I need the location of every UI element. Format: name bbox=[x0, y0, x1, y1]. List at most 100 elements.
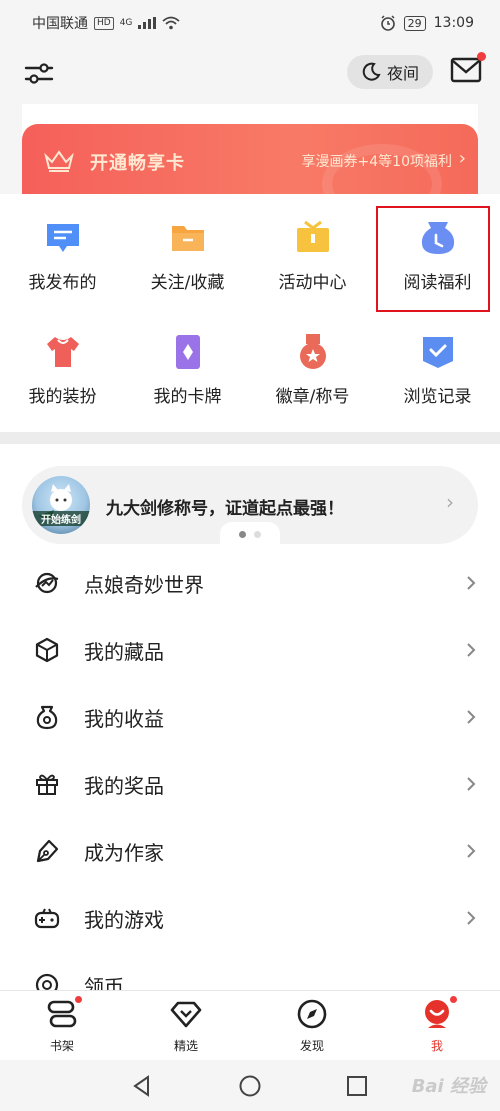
list-item-label: 我的游戏 bbox=[84, 907, 164, 932]
status-right: 29 13:09 bbox=[380, 15, 474, 31]
settings-sliders-icon[interactable] bbox=[22, 56, 56, 90]
carousel-dot-active bbox=[239, 530, 246, 538]
alarm-icon bbox=[380, 15, 395, 31]
folder-icon bbox=[171, 226, 204, 251]
cube-icon bbox=[35, 637, 59, 663]
home-circle-icon[interactable] bbox=[238, 1074, 262, 1098]
nav-label: 我 bbox=[430, 1039, 443, 1053]
moon-icon bbox=[362, 62, 381, 81]
system-navigation-bar: Bai 经验 bbox=[0, 1060, 500, 1111]
crown-icon bbox=[44, 150, 74, 172]
clock-time: 13:09 bbox=[433, 15, 474, 31]
chevron-right-icon bbox=[467, 643, 476, 657]
carrier-label: 中国联通 bbox=[32, 16, 88, 32]
message-icon bbox=[46, 224, 79, 252]
gift-box-icon bbox=[296, 220, 329, 252]
carousel-dot bbox=[254, 530, 261, 538]
grid-label: 浏览记录 bbox=[403, 387, 472, 407]
list-item-games[interactable]: 我的游戏 bbox=[0, 885, 500, 951]
card-icon bbox=[175, 335, 200, 369]
signal-icon bbox=[138, 17, 157, 29]
grid-label: 徽章/称号 bbox=[275, 387, 350, 407]
top-bar: 夜间 bbox=[0, 48, 500, 98]
grid-label: 活动中心 bbox=[278, 273, 347, 293]
recents-square-icon[interactable] bbox=[345, 1074, 369, 1098]
nav-tab-discover[interactable]: 发现 bbox=[272, 997, 352, 1059]
network-label: 4G bbox=[119, 18, 133, 28]
battery-level: 29 bbox=[403, 15, 426, 31]
profile-icon bbox=[420, 995, 458, 1031]
vip-card-container: 开通畅享卡 享漫画券+4等10项福利 › bbox=[22, 104, 478, 204]
grid-label: 关注/收藏 bbox=[150, 273, 225, 293]
grid-item-badges[interactable]: 徽章/称号 bbox=[250, 308, 375, 416]
compass-icon bbox=[295, 997, 329, 1031]
nav-tab-bookshelf[interactable]: 书架 bbox=[22, 995, 102, 1059]
status-left: 中国联通 HD 4G bbox=[32, 13, 180, 33]
list-item-coins[interactable]: 领币 bbox=[0, 952, 500, 990]
gift-icon bbox=[36, 774, 58, 795]
chevron-right-icon: › bbox=[446, 490, 454, 514]
list-item-label: 成为作家 bbox=[84, 840, 164, 865]
list-item-world[interactable]: 点娘奇妙世界 bbox=[0, 550, 500, 616]
highlight-annotation bbox=[376, 206, 490, 312]
grid-item-outfits[interactable]: 我的装扮 bbox=[0, 308, 125, 416]
nav-label: 书架 bbox=[49, 1039, 74, 1053]
diamond-icon bbox=[169, 997, 203, 1031]
nav-tab-me[interactable]: 我 bbox=[397, 995, 477, 1059]
history-icon bbox=[422, 337, 453, 368]
night-mode-label: 夜间 bbox=[386, 64, 419, 83]
chevron-right-icon bbox=[467, 911, 476, 925]
list-item-collections[interactable]: 我的藏品 bbox=[0, 617, 500, 683]
grid-item-favorites[interactable]: 关注/收藏 bbox=[125, 194, 250, 302]
medal-icon bbox=[299, 334, 326, 369]
list-item-label: 我的藏品 bbox=[84, 639, 164, 664]
money-bag-icon bbox=[36, 705, 58, 730]
messages-button[interactable] bbox=[450, 52, 486, 86]
back-triangle-icon[interactable] bbox=[130, 1074, 154, 1098]
tshirt-icon bbox=[46, 337, 79, 367]
grid-item-posts[interactable]: 我发布的 bbox=[0, 194, 125, 302]
pen-icon bbox=[36, 839, 59, 863]
notification-dot bbox=[74, 995, 83, 1004]
grid-item-cards[interactable]: 我的卡牌 bbox=[125, 308, 250, 416]
avatar-tag: 开始练剑 bbox=[32, 511, 90, 526]
chevron-right-icon: › bbox=[458, 148, 466, 169]
notification-dot bbox=[477, 52, 486, 61]
nav-label: 精选 bbox=[173, 1039, 198, 1053]
bookshelf-icon bbox=[45, 995, 83, 1031]
nav-label: 发现 bbox=[299, 1039, 324, 1053]
hd-badge: HD bbox=[94, 16, 114, 30]
banner-avatar: 开始练剑 bbox=[32, 476, 90, 534]
vip-description: 享漫画券+4等10项福利 bbox=[301, 154, 452, 170]
list-item-label: 我的奖品 bbox=[84, 773, 164, 798]
section-divider bbox=[0, 432, 500, 444]
list-item-prizes[interactable]: 我的奖品 bbox=[0, 751, 500, 817]
feature-grid: 我发布的 关注/收藏 活动中心 阅读福利 我的装扮 我的卡牌 徽章/称号 浏览记… bbox=[0, 194, 500, 432]
grid-label: 我的卡牌 bbox=[153, 387, 222, 407]
vip-title: 开通畅享卡 bbox=[90, 153, 185, 174]
list-item-label: 领币 bbox=[84, 974, 124, 991]
grid-item-events[interactable]: 活动中心 bbox=[250, 194, 375, 302]
gamepad-icon bbox=[34, 908, 60, 929]
coin-icon bbox=[35, 973, 59, 990]
bottom-navigation: 书架 精选 发现 我 bbox=[0, 990, 500, 1060]
chevron-right-icon bbox=[467, 710, 476, 724]
list-item-earnings[interactable]: 我的收益 bbox=[0, 684, 500, 750]
list-item-label: 点娘奇妙世界 bbox=[84, 572, 204, 597]
carousel-indicator bbox=[220, 522, 280, 546]
chevron-right-icon bbox=[467, 844, 476, 858]
list-item-become-writer[interactable]: 成为作家 bbox=[0, 818, 500, 884]
chevron-right-icon bbox=[467, 576, 476, 590]
nav-tab-featured[interactable]: 精选 bbox=[146, 997, 226, 1059]
grid-item-history[interactable]: 浏览记录 bbox=[375, 308, 500, 416]
night-mode-button[interactable]: 夜间 bbox=[347, 55, 433, 89]
banner-text: 九大剑修称号，证道起点最强！ bbox=[106, 499, 344, 519]
grid-label: 我的装扮 bbox=[28, 387, 97, 407]
vip-card[interactable]: 开通畅享卡 享漫画券+4等10项福利 › bbox=[22, 124, 478, 204]
status-bar: 中国联通 HD 4G 29 13:09 bbox=[0, 0, 500, 46]
planet-icon bbox=[35, 572, 59, 594]
watermark: Bai 经验 bbox=[411, 1076, 486, 1097]
grid-label: 我发布的 bbox=[28, 273, 97, 293]
notification-dot bbox=[449, 995, 458, 1004]
menu-panel: 开始练剑 九大剑修称号，证道起点最强！ › 点娘奇妙世界 我的藏品 我的收益 我… bbox=[0, 444, 500, 990]
